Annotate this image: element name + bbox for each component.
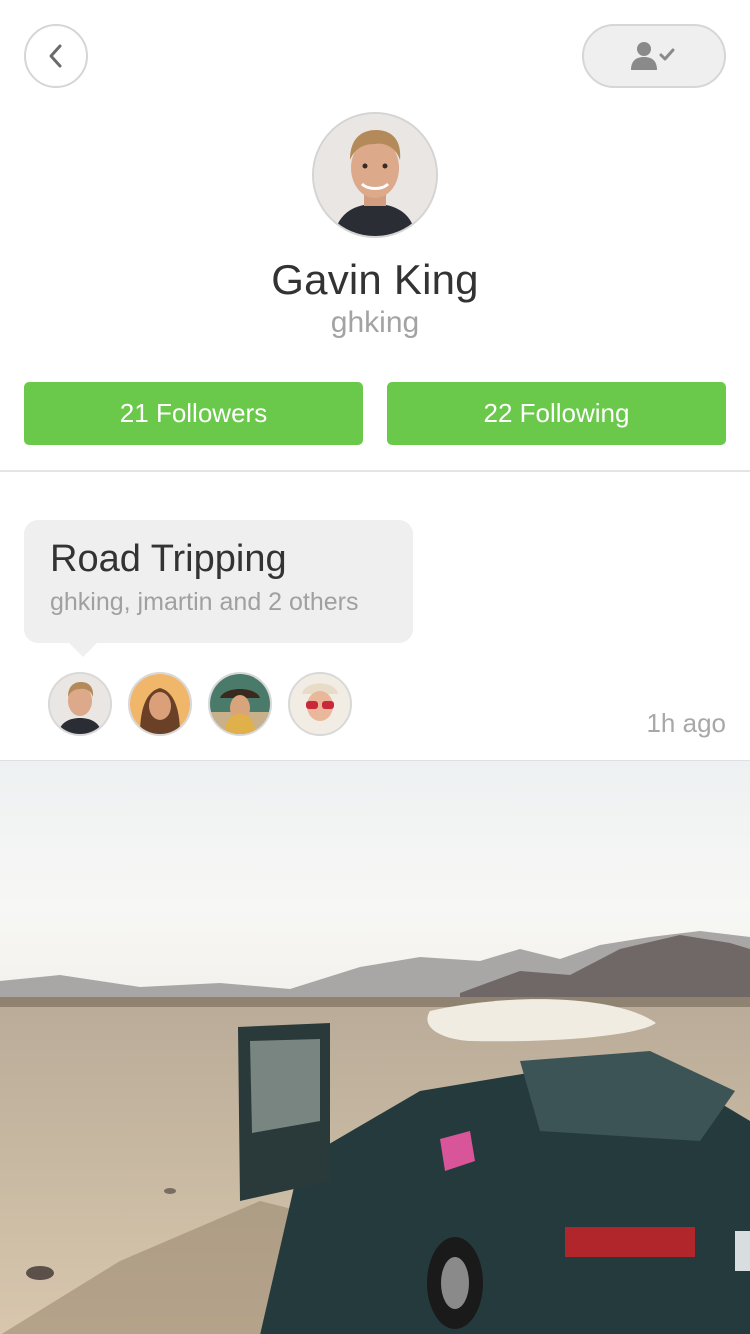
member-photo (290, 674, 350, 734)
following-status-button[interactable] (582, 24, 726, 88)
member-avatar[interactable] (128, 672, 192, 736)
followers-button[interactable]: 21 Followers (24, 382, 363, 445)
following-button[interactable]: 22 Following (387, 382, 726, 445)
member-photo (130, 674, 190, 734)
time-ago: 1h ago (646, 708, 726, 738)
section-divider (0, 470, 750, 472)
trip-title: Road Tripping (50, 538, 287, 580)
profile-avatar (312, 112, 438, 238)
trip-card[interactable]: Road Tripping ghking, jmartin and 2 othe… (24, 520, 413, 657)
profile-screen: Gavin King ghking 21 Followers 22 Follow… (0, 0, 750, 1334)
profile-username: ghking (330, 306, 420, 339)
profile-photo (314, 114, 436, 236)
trip-members: ghking, jmartin and 2 others (50, 588, 359, 616)
member-photo (210, 674, 270, 734)
member-avatar[interactable] (208, 672, 272, 736)
back-button[interactable] (24, 24, 88, 88)
member-avatar[interactable] (288, 672, 352, 736)
member-photo (50, 674, 110, 734)
trip-photo[interactable] (0, 760, 750, 1334)
member-avatar[interactable] (48, 672, 112, 736)
trip-photo-image (0, 761, 750, 1334)
profile-name: Gavin King (271, 256, 479, 303)
chevron-left-icon (49, 44, 62, 68)
user-check-icon (631, 42, 675, 70)
